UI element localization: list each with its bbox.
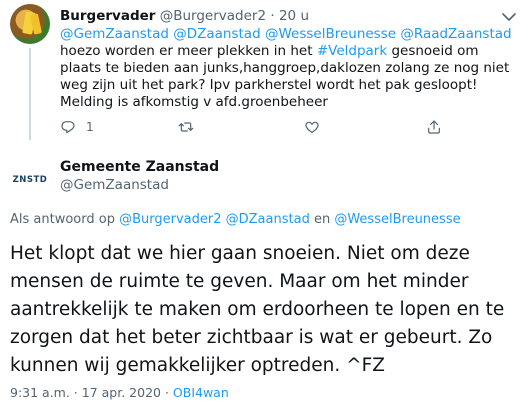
user-handle[interactable]: @GemZaanstad bbox=[60, 176, 219, 194]
mention-link[interactable]: @DZaanstad bbox=[226, 212, 310, 227]
avatar[interactable] bbox=[10, 4, 50, 44]
reply-count: 1 bbox=[86, 120, 94, 134]
tweet-actions: 1 bbox=[60, 118, 460, 138]
tweet-time[interactable]: 20 u bbox=[279, 8, 309, 24]
heart-icon bbox=[305, 121, 319, 133]
reply-icon bbox=[61, 121, 75, 134]
tweet-metadata: 9:31 a.m. · 17 apr. 2020 · OBI4wan bbox=[10, 385, 229, 400]
mention-link[interactable]: @DZaanstad bbox=[173, 26, 260, 42]
separator: · bbox=[69, 385, 82, 400]
replying-to: Als antwoord op @Burgervader2 @DZaanstad… bbox=[10, 212, 461, 227]
share-icon bbox=[428, 120, 440, 134]
tweet-date[interactable]: 17 apr. 2020 bbox=[82, 385, 161, 400]
display-name[interactable]: Burgervader bbox=[60, 8, 155, 24]
mention-link[interactable]: @WesselBreunesse bbox=[334, 212, 460, 227]
retweet-icon bbox=[178, 122, 194, 132]
replying-conjunction: en bbox=[309, 212, 335, 227]
tweet-header: Burgervader @Burgervader2 · 20 u bbox=[60, 8, 309, 24]
mention-link[interactable]: @WesselBreunesse bbox=[265, 26, 396, 42]
replying-prefix: Als antwoord op bbox=[10, 212, 120, 227]
tweet-text: @GemZaanstad @DZaanstad @WesselBreunesse… bbox=[60, 26, 520, 111]
reply-tweet[interactable]: Burgervader @Burgervader2 · 20 u @GemZaa… bbox=[0, 0, 530, 150]
thread-connector-line bbox=[29, 48, 31, 140]
mention-link[interactable]: @GemZaanstad bbox=[60, 26, 169, 42]
display-name[interactable]: Gemeente Zaanstad bbox=[60, 158, 219, 176]
separator: · bbox=[160, 385, 173, 400]
share-button[interactable] bbox=[426, 118, 442, 136]
tweet-body: hoezo worden er meer plekken in het bbox=[60, 43, 317, 59]
tweet-time[interactable]: 9:31 a.m. bbox=[10, 385, 70, 400]
tweet-header: Gemeente Zaanstad @GemZaanstad bbox=[60, 158, 219, 194]
like-button[interactable] bbox=[304, 118, 320, 136]
avatar-logo-text: ZNSTD bbox=[12, 175, 48, 185]
chevron-down-icon[interactable] bbox=[500, 10, 518, 24]
hashtag-link[interactable]: #Veldpark bbox=[317, 43, 387, 59]
tweet-text: Het klopt dat we hier gaan snoeien. Niet… bbox=[10, 243, 505, 376]
user-handle[interactable]: @Burgervader2 bbox=[160, 8, 266, 24]
separator: · bbox=[270, 8, 275, 24]
tweet-source[interactable]: OBI4wan bbox=[173, 385, 229, 400]
avatar[interactable]: ZNSTD bbox=[10, 160, 50, 200]
reply-button[interactable]: 1 bbox=[60, 118, 94, 136]
retweet-button[interactable] bbox=[178, 118, 194, 136]
mention-link[interactable]: @Burgervader2 bbox=[119, 212, 221, 227]
mention-link[interactable]: @RaadZaanstad bbox=[400, 26, 511, 42]
